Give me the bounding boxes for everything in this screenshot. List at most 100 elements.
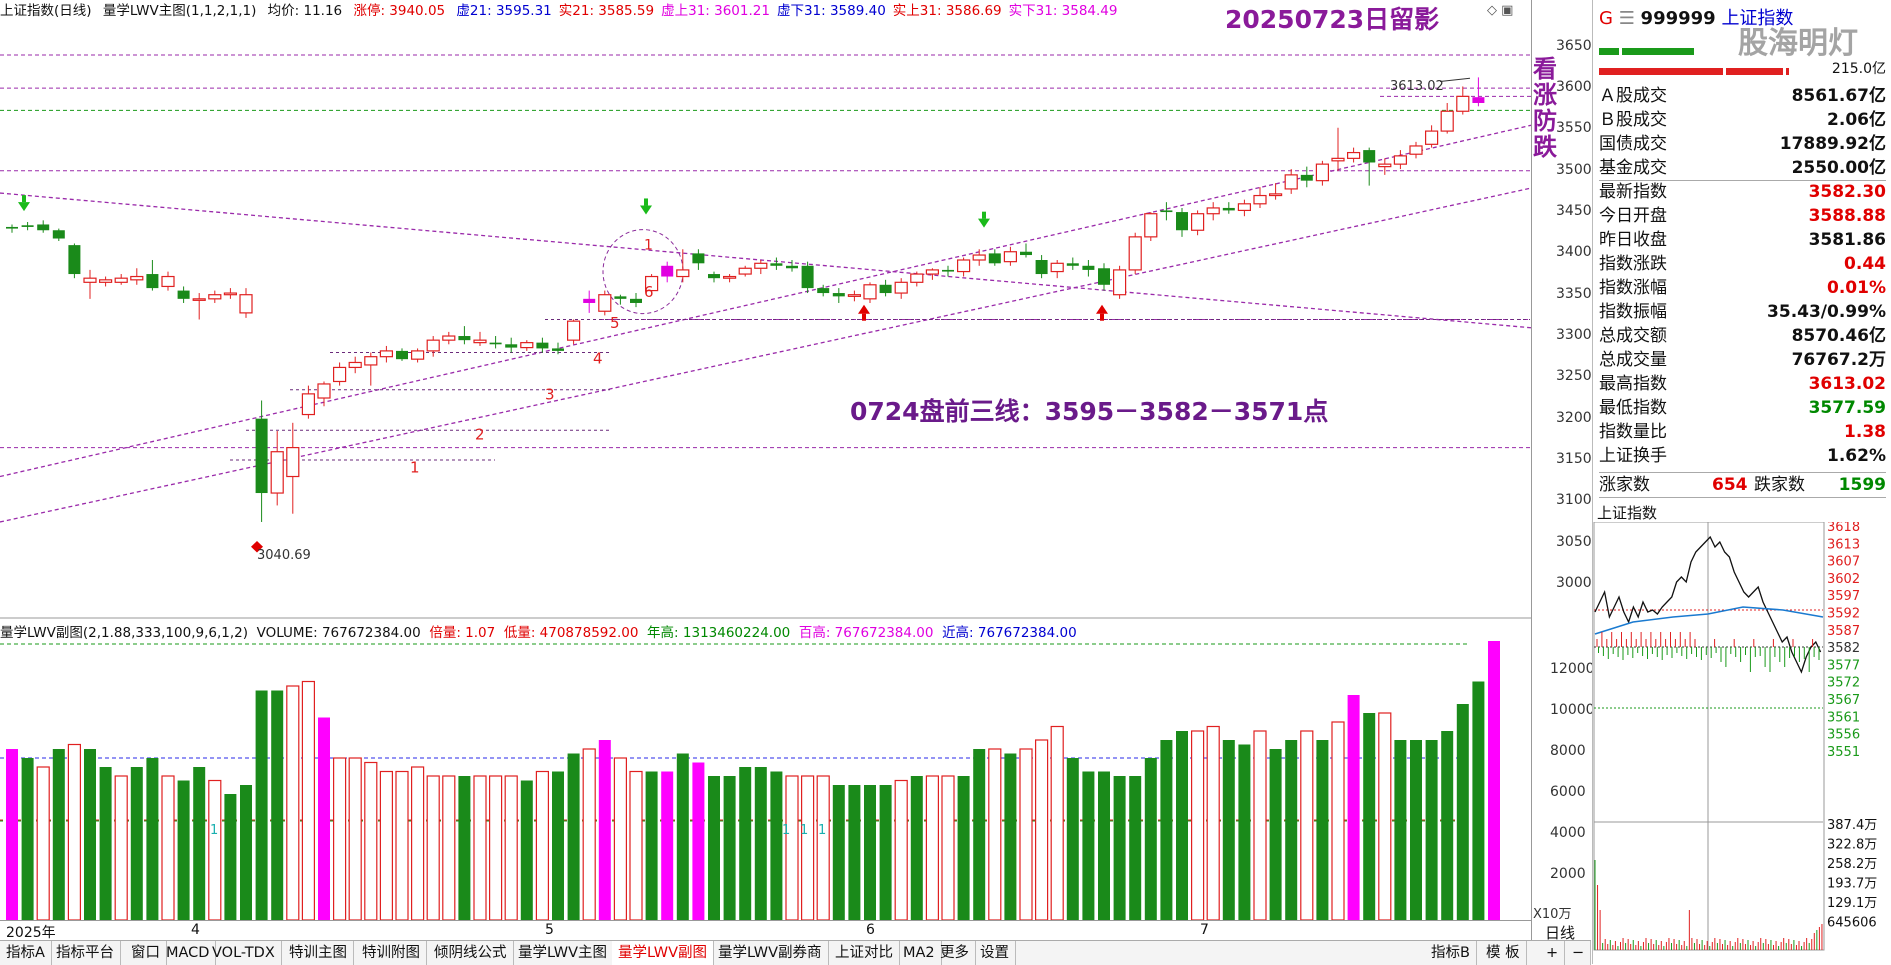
quote-label: 上证换手: [1599, 446, 1667, 466]
volume-bar: [1160, 740, 1173, 920]
volume-bar: [1144, 758, 1157, 920]
volume-bar: [1034, 739, 1049, 920]
candle-body: [1393, 155, 1408, 165]
volume-bar: [395, 770, 409, 920]
up-count: 654: [1712, 475, 1748, 495]
volume-bar: [255, 690, 268, 920]
pane-separator[interactable]: [0, 617, 1531, 619]
indicator-name[interactable]: 量学LWV主图(1,1,2,1,1): [103, 3, 257, 19]
quote-value: 0.44: [1844, 254, 1886, 274]
volume-unit: X10万: [1533, 907, 1572, 922]
candle-body: [1237, 203, 1252, 212]
candle-body: [910, 273, 924, 283]
tab-1[interactable]: 指标平台: [50, 941, 121, 965]
vol-tick-2000: 2000: [1550, 866, 1586, 882]
volume-bar: [661, 771, 674, 920]
volume-bar: [1206, 725, 1220, 920]
intraday-tick: 3597: [1827, 589, 1860, 604]
x-label-apr: 4: [191, 922, 200, 938]
candle-body: [1300, 174, 1313, 181]
volume-bar: [692, 762, 705, 920]
g-label: G: [1599, 8, 1613, 29]
candle-body: [738, 267, 752, 275]
volume-bar: [458, 776, 471, 920]
tab-right-3[interactable]: −: [1566, 941, 1592, 965]
quote-row: 总成交量 76767.2万: [1599, 348, 1886, 372]
candle-body: [708, 274, 720, 279]
volume-bar: [567, 753, 580, 920]
volume-bar: [894, 779, 908, 920]
header-line-value-5: 实下31: 3584.49: [1008, 3, 1118, 19]
intraday-tick: 3592: [1827, 607, 1860, 622]
vol-tick-8000: 8000: [1550, 743, 1586, 759]
high-label-pointer: [1439, 77, 1471, 82]
candle-body: [817, 288, 830, 294]
tab-5[interactable]: 特训主图: [283, 941, 354, 965]
tab-right-0[interactable]: 指标B: [1425, 941, 1477, 965]
tab-right-1[interactable]: 模 板: [1480, 941, 1527, 965]
candle-body: [754, 262, 768, 269]
up-arrow-1: [858, 304, 870, 314]
intraday-title: 上证指数: [1597, 504, 1658, 522]
candle-body: [379, 350, 393, 358]
sub-ratio: 倍量: 1.07: [429, 625, 496, 641]
candle-body: [21, 225, 34, 227]
tab-11[interactable]: 上证对比: [829, 941, 900, 965]
x-label-jul: 7: [1200, 922, 1209, 938]
header-icons[interactable]: ◇ ▣: [1487, 3, 1513, 18]
volume-bar: [301, 680, 315, 920]
volume-bar: [208, 779, 222, 920]
sub-hundred-high: 百高: 767672384.00: [798, 625, 934, 641]
quote-label: 最新指数: [1599, 182, 1667, 202]
tab-7[interactable]: 倾阴线公式: [428, 941, 514, 965]
candle-body: [1378, 163, 1392, 168]
intraday-tick: 3556: [1827, 728, 1860, 743]
strength-bar-red-3: [1783, 68, 1786, 75]
tab-right-2[interactable]: +: [1540, 941, 1566, 965]
candle-body: [37, 224, 50, 231]
intraday-tick: 3587: [1827, 624, 1860, 639]
volume-bar: [770, 771, 783, 920]
price-tick-3350: 3350: [1556, 285, 1592, 302]
candle-body: [161, 275, 175, 288]
volume-bar: [130, 767, 143, 920]
sub-chart-title[interactable]: 量学LWV副图(2,1.88,333,100,9,6,1,2): [0, 625, 248, 641]
quote-value: 2550.00亿: [1791, 158, 1886, 178]
candle-body: [630, 298, 642, 303]
quote-row: 最新指数 3582.30: [1599, 180, 1886, 204]
candle-body: [879, 284, 892, 294]
tab-14[interactable]: 设置: [974, 941, 1016, 965]
volume-bar: [1129, 776, 1142, 920]
volume-bar: [286, 685, 300, 920]
candle-body: [1112, 269, 1127, 296]
tab-13[interactable]: 更多: [934, 941, 976, 965]
volume-bar: [224, 794, 237, 920]
quote-row: Ａ股成交 8561.67亿: [1599, 84, 1886, 108]
volume-bar: [800, 775, 815, 920]
vol-tick-10000: 10000: [1550, 702, 1595, 718]
quote-row: 指数涨跌 0.44: [1599, 252, 1886, 276]
volume-bar: [161, 775, 175, 920]
volume-bar: [598, 740, 611, 920]
step-label-5: 5: [610, 314, 620, 332]
volume-bar: [582, 748, 596, 920]
quote-value: 8570.46亿: [1791, 326, 1886, 346]
tab-10[interactable]: 量学LWV副券商: [712, 941, 829, 965]
candle-body: [1176, 212, 1188, 231]
tab-4[interactable]: VOL-TDX: [206, 941, 282, 965]
candle-body: [894, 281, 908, 294]
tab-0[interactable]: 指标A: [0, 941, 52, 965]
sub-near-high: 近高: 767672384.00: [942, 625, 1077, 641]
buy-arrow-3-stem: [982, 211, 986, 219]
side-char-4: 跌: [1533, 133, 1557, 161]
tab-8[interactable]: 量学LWV主图: [512, 941, 615, 965]
volume-bar: [925, 775, 940, 920]
tab-9[interactable]: 量学LWV副图: [612, 941, 715, 965]
quote-label: 总成交量: [1599, 350, 1667, 370]
tab-6[interactable]: 特训附图: [356, 941, 427, 965]
price-tick-3500: 3500: [1556, 161, 1592, 178]
intraday-vol-tick: 322.8万: [1827, 838, 1877, 853]
volume-bar: [1098, 771, 1110, 920]
quote-row: Ｂ股成交 2.06亿: [1599, 108, 1886, 132]
price-tick-3200: 3200: [1556, 409, 1592, 426]
